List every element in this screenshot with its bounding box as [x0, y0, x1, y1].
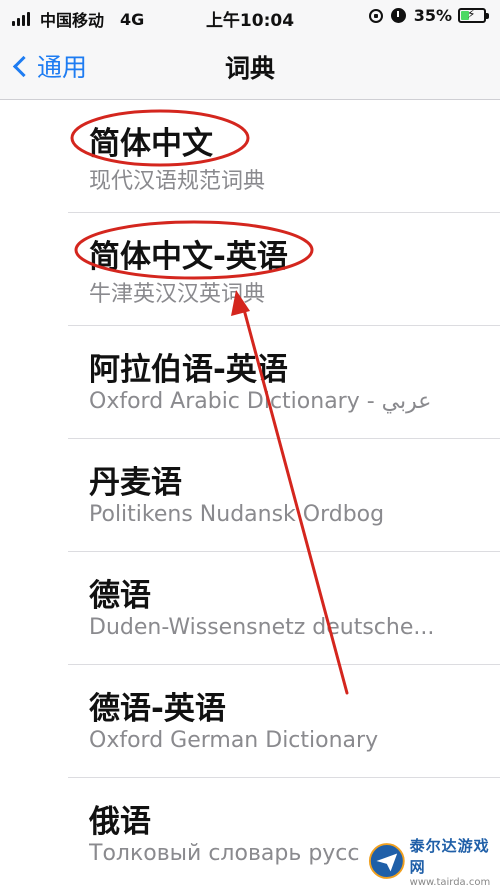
- dictionary-subtitle: Oxford German Dictionary: [89, 728, 379, 753]
- dictionary-subtitle: Толковый словарь русс: [89, 841, 360, 866]
- dictionary-subtitle: Politikens Nudansk Ordbog: [89, 502, 385, 527]
- battery-icon: ⚡: [458, 7, 489, 23]
- orientation-lock-icon: [368, 8, 383, 23]
- dictionary-title: 阿拉伯语-英语: [89, 352, 288, 388]
- alarm-icon: [390, 8, 406, 23]
- dictionary-title: 德语: [89, 578, 151, 614]
- dictionary-title: 俄语: [89, 804, 151, 840]
- dictionary-subtitle: 牛津英汉汉英词典: [89, 282, 266, 307]
- watermark: 泰尔达游戏网 www.tairda.com: [364, 834, 500, 888]
- list-item[interactable]: 德语-英语 Oxford German Dictionary: [0, 665, 500, 778]
- watermark-url: www.tairda.com: [409, 876, 491, 888]
- list-item[interactable]: 德语 Duden-Wissensnetz deutsche...: [0, 552, 500, 665]
- list-item[interactable]: 丹麦语 Politikens Nudansk Ordbog: [0, 439, 500, 552]
- navigation-bar: 通用 词典: [0, 34, 500, 100]
- dictionary-subtitle: Oxford Arabic Dictionary - عربي: [89, 389, 432, 414]
- status-right: 35% ⚡: [368, 6, 489, 25]
- watermark-text: 泰尔达游戏网 www.tairda.com: [410, 835, 500, 888]
- dictionary-subtitle: 现代汉语规范词典: [89, 169, 266, 194]
- dictionary-subtitle: Duden-Wissensnetz deutsche...: [89, 615, 435, 640]
- dictionary-title: 简体中文-英语: [89, 239, 288, 275]
- list-item[interactable]: 阿拉伯语-英语 Oxford Arabic Dictionary - عربي: [0, 326, 500, 439]
- list-item[interactable]: 简体中文-英语 牛津英汉汉英词典: [0, 213, 500, 326]
- charging-bolt-icon: ⚡: [467, 7, 476, 21]
- status-bar: 中国移动 4G 上午10:04 35% ⚡: [0, 0, 500, 34]
- dictionary-title: 德语-英语: [89, 691, 226, 727]
- dictionary-title: 简体中文: [89, 126, 213, 162]
- watermark-name: 泰尔达游戏网: [409, 836, 490, 876]
- dictionary-title: 丹麦语: [89, 465, 182, 501]
- battery-percent: 35%: [413, 6, 452, 25]
- page-title: 词典: [224, 54, 275, 83]
- watermark-logo-icon: [368, 843, 405, 879]
- list-item[interactable]: 简体中文 现代汉语规范词典: [0, 100, 500, 213]
